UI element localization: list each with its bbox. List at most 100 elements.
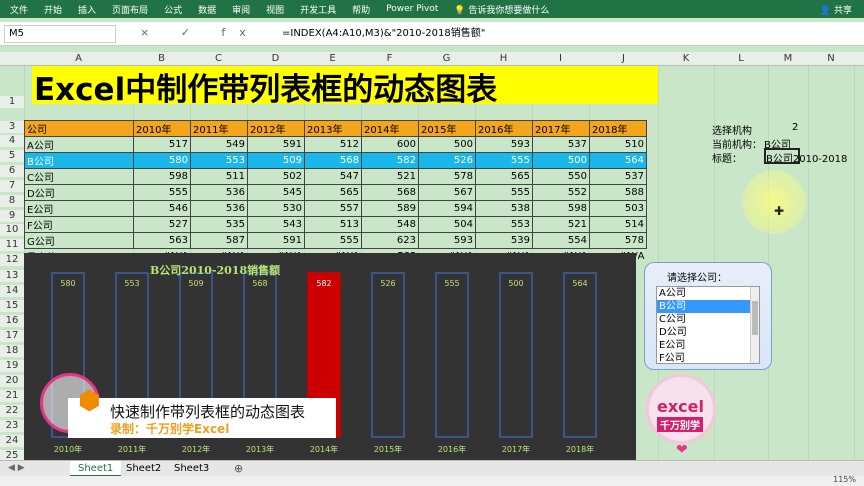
table-cell[interactable]: E公司 bbox=[24, 200, 134, 217]
table-cell[interactable]: 593 bbox=[418, 232, 476, 249]
table-cell[interactable]: 500 bbox=[418, 136, 476, 153]
select-value[interactable]: 2 bbox=[792, 122, 798, 133]
table-cell[interactable]: 公司 bbox=[24, 120, 134, 137]
table-cell[interactable]: 580 bbox=[133, 152, 191, 169]
listbox-option[interactable]: C公司 bbox=[657, 313, 759, 326]
table-cell[interactable]: 568 bbox=[361, 184, 419, 201]
table-cell[interactable]: 2011年 bbox=[190, 120, 248, 137]
row-header[interactable]: 15 bbox=[0, 300, 24, 312]
table-cell[interactable]: 555 bbox=[304, 232, 362, 249]
table-cell[interactable]: 565 bbox=[304, 184, 362, 201]
formula-buttons[interactable]: × ✓ fx bbox=[140, 26, 260, 39]
row-header[interactable]: 6 bbox=[0, 165, 24, 177]
table-cell[interactable]: 547 bbox=[304, 168, 362, 185]
table-cell[interactable]: 555 bbox=[475, 152, 533, 169]
column-header[interactable]: I bbox=[532, 53, 589, 64]
table-cell[interactable]: 578 bbox=[589, 232, 647, 249]
ribbon-tab[interactable]: 文件 bbox=[10, 3, 28, 16]
table-cell[interactable]: 2018年 bbox=[589, 120, 647, 137]
row-header[interactable]: 17 bbox=[0, 330, 24, 342]
table-cell[interactable]: 568 bbox=[304, 152, 362, 169]
chart-bar[interactable] bbox=[435, 272, 469, 438]
table-cell[interactable]: 2014年 bbox=[361, 120, 419, 137]
row-header[interactable]: 4 bbox=[0, 135, 24, 147]
row-header[interactable]: 10 bbox=[0, 224, 24, 236]
row-header[interactable]: 12 bbox=[0, 254, 24, 266]
listbox-option[interactable]: A公司 bbox=[657, 287, 759, 300]
formula-input[interactable]: =INDEX(A4:A10,M3)&"2010-2018销售额" bbox=[282, 26, 485, 42]
row-header[interactable]: 22 bbox=[0, 405, 24, 417]
column-header[interactable]: J bbox=[589, 53, 658, 64]
table-cell[interactable]: 513 bbox=[304, 216, 362, 233]
table-cell[interactable]: 503 bbox=[589, 200, 647, 217]
table-cell[interactable]: 514 bbox=[589, 216, 647, 233]
table-cell[interactable]: 543 bbox=[247, 216, 305, 233]
table-cell[interactable]: 521 bbox=[532, 216, 590, 233]
table-cell[interactable]: 591 bbox=[247, 136, 305, 153]
add-sheet-button[interactable]: ⊕ bbox=[234, 462, 243, 475]
table-cell[interactable]: 594 bbox=[418, 200, 476, 217]
table-cell[interactable]: 510 bbox=[589, 136, 647, 153]
table-cell[interactable]: 538 bbox=[475, 200, 533, 217]
chart-bar[interactable] bbox=[563, 272, 597, 438]
table-cell[interactable]: 2012年 bbox=[247, 120, 305, 137]
column-header[interactable]: H bbox=[475, 53, 532, 64]
column-header[interactable]: B bbox=[133, 53, 190, 64]
table-cell[interactable]: 555 bbox=[133, 184, 191, 201]
table-cell[interactable]: 500 bbox=[532, 152, 590, 169]
table-cell[interactable]: 536 bbox=[190, 200, 248, 217]
table-cell[interactable]: 582 bbox=[361, 152, 419, 169]
sheet-tab[interactable]: Sheet3 bbox=[166, 461, 217, 477]
listbox-option[interactable]: F公司 bbox=[657, 352, 759, 363]
table-cell[interactable]: G公司 bbox=[24, 232, 134, 249]
row-header[interactable]: 18 bbox=[0, 345, 24, 357]
table-cell[interactable]: 526 bbox=[418, 152, 476, 169]
table-cell[interactable]: 552 bbox=[532, 184, 590, 201]
row-header[interactable]: 19 bbox=[0, 360, 24, 372]
table-cell[interactable]: 557 bbox=[304, 200, 362, 217]
table-cell[interactable]: 565 bbox=[475, 168, 533, 185]
table-cell[interactable]: D公司 bbox=[24, 184, 134, 201]
company-listbox[interactable]: A公司 B公司 C公司 D公司 E公司 F公司 bbox=[656, 286, 760, 364]
table-cell[interactable]: 589 bbox=[361, 200, 419, 217]
listbox-option[interactable]: B公司 bbox=[657, 300, 759, 313]
ribbon-tab[interactable]: 公式 bbox=[164, 3, 182, 16]
table-cell[interactable]: 504 bbox=[418, 216, 476, 233]
column-header[interactable]: N bbox=[808, 53, 854, 64]
ribbon-tab[interactable]: 开始 bbox=[44, 3, 62, 16]
table-cell[interactable]: 502 bbox=[247, 168, 305, 185]
table-cell[interactable]: 553 bbox=[475, 216, 533, 233]
listbox-scrollbar[interactable] bbox=[750, 287, 759, 363]
ribbon-tab[interactable]: 页面布局 bbox=[112, 3, 148, 16]
ribbon-tab[interactable]: 帮助 bbox=[352, 3, 370, 16]
ribbon-tab[interactable]: 开发工具 bbox=[300, 3, 336, 16]
ribbon-tab[interactable]: 视图 bbox=[266, 3, 284, 16]
table-cell[interactable]: 598 bbox=[133, 168, 191, 185]
table-cell[interactable]: 549 bbox=[190, 136, 248, 153]
sheet-tab[interactable]: Sheet1 bbox=[70, 461, 122, 477]
table-cell[interactable]: 2013年 bbox=[304, 120, 362, 137]
table-cell[interactable]: 537 bbox=[532, 136, 590, 153]
table-cell[interactable]: 548 bbox=[361, 216, 419, 233]
table-cell[interactable]: 587 bbox=[190, 232, 248, 249]
table-cell[interactable]: 598 bbox=[532, 200, 590, 217]
row-header[interactable]: 20 bbox=[0, 375, 24, 387]
row-header[interactable]: 3 bbox=[0, 121, 24, 133]
table-cell[interactable]: A公司 bbox=[24, 136, 134, 153]
share-button[interactable]: 👤 共享 bbox=[820, 3, 852, 16]
table-cell[interactable]: 600 bbox=[361, 136, 419, 153]
column-header[interactable]: E bbox=[304, 53, 361, 64]
table-cell[interactable]: 563 bbox=[133, 232, 191, 249]
row-header[interactable]: 1 bbox=[0, 96, 24, 108]
ribbon-tab[interactable]: 数据 bbox=[198, 3, 216, 16]
table-cell[interactable]: 2010年 bbox=[133, 120, 191, 137]
zoom-level[interactable]: 115% bbox=[833, 475, 856, 484]
table-cell[interactable]: 535 bbox=[190, 216, 248, 233]
table-cell[interactable]: 564 bbox=[589, 152, 647, 169]
row-header[interactable]: 5 bbox=[0, 150, 24, 162]
name-box[interactable]: M5 bbox=[4, 25, 116, 43]
table-cell[interactable]: 2016年 bbox=[475, 120, 533, 137]
column-header[interactable]: A bbox=[24, 53, 133, 64]
listbox-option[interactable]: E公司 bbox=[657, 339, 759, 352]
table-cell[interactable]: 588 bbox=[589, 184, 647, 201]
